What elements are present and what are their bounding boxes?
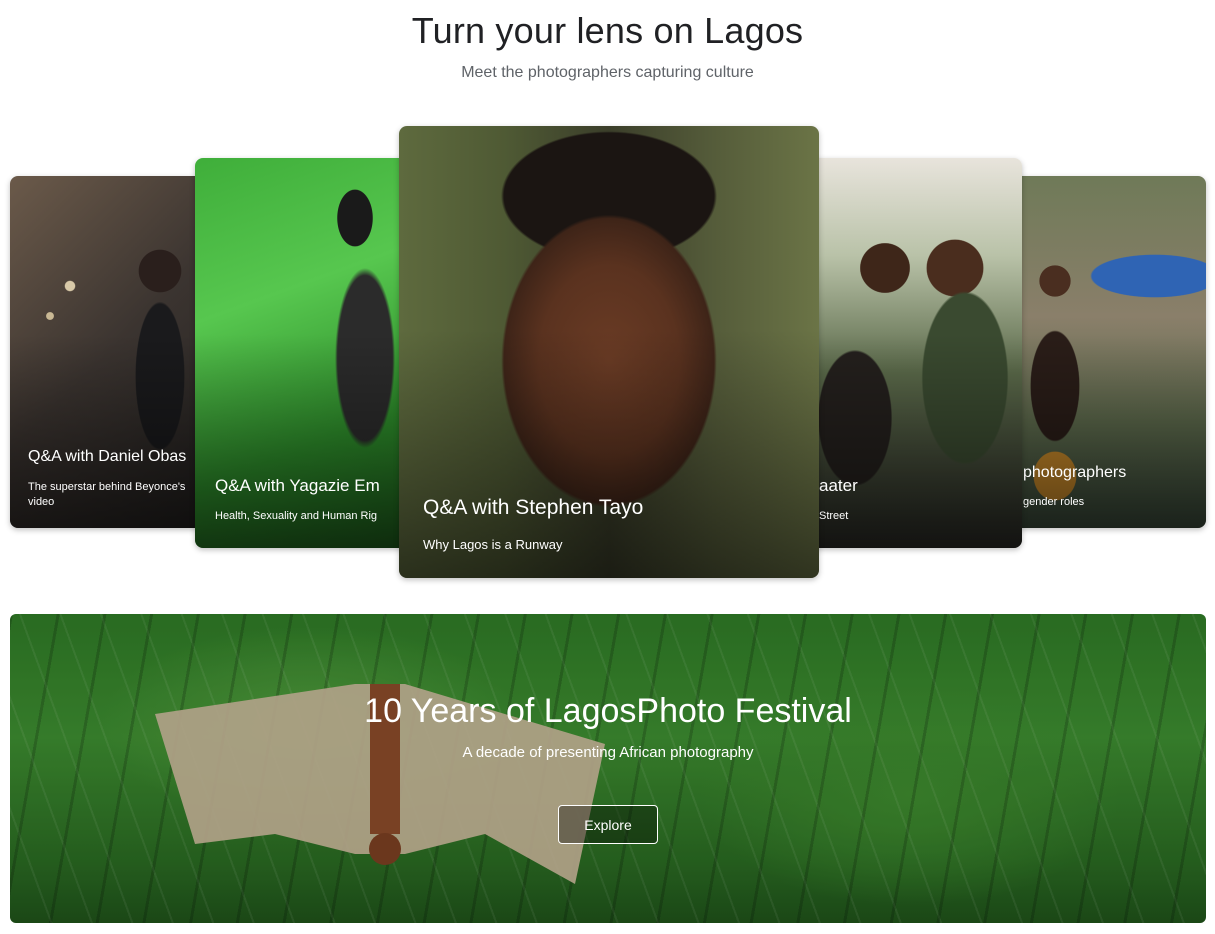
card-subtitle: The superstar behind Beyonce's video <box>28 481 186 508</box>
carousel-card-yagazie-emezi[interactable]: Q&A with Yagazie Em Health, Sexuality an… <box>195 158 425 548</box>
card-title: Q&A with Stephen Tayo <box>423 496 644 519</box>
banner-subtitle: A decade of presenting African photograp… <box>462 744 754 761</box>
page-title: Turn your lens on Lagos <box>411 10 804 51</box>
card-subtitle: Health, Sexuality and Human Rig <box>215 510 378 522</box>
card-subtitle: gender roles <box>1023 496 1085 508</box>
card-title: Q&A with Yagazie Em <box>215 476 380 495</box>
festival-banner: 10 Years of LagosPhoto Festival A decade… <box>10 614 1206 923</box>
card-title: photographers <box>1023 464 1127 481</box>
explore-button[interactable]: Explore <box>558 805 658 844</box>
card-subtitle: Why Lagos is a Runway <box>423 537 563 552</box>
photographer-carousel: Q&A with Daniel Obas The superstar behin… <box>0 120 1215 590</box>
page-subtitle: Meet the photographers capturing culture <box>461 64 754 81</box>
carousel-card-stephen-tayo[interactable]: Q&A with Stephen Tayo Why Lagos is a Run… <box>399 126 819 578</box>
card-subtitle: Street <box>819 510 849 522</box>
carousel-card-street[interactable]: aater Street <box>795 158 1022 548</box>
carousel-card-daniel-obasi[interactable]: Q&A with Daniel Obas The superstar behin… <box>10 176 210 528</box>
card-title: aater <box>819 476 858 495</box>
card-title: Q&A with Daniel Obas <box>28 448 187 465</box>
banner-title: 10 Years of LagosPhoto Festival <box>364 692 852 730</box>
carousel-card-photographers[interactable]: photographers gender roles <box>1005 176 1206 528</box>
